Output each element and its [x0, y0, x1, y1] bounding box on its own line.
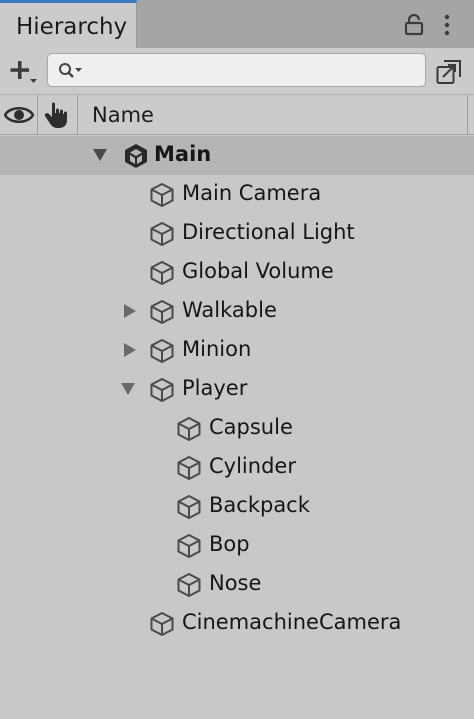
gameobject-cube-icon [150, 378, 174, 402]
hierarchy-window: Hierarchy Name Main Main Camera Directio… [0, 0, 474, 719]
tree-item[interactable]: Directional Light [0, 214, 474, 253]
tree-item-label: Cylinder [209, 454, 296, 478]
tree-item-label: Minion [182, 337, 252, 361]
tab-hierarchy[interactable]: Hierarchy [0, 0, 137, 48]
plus-dropdown-icon [10, 61, 37, 83]
name-column-label: Name [92, 103, 154, 127]
gameobject-cube-icon [150, 300, 174, 324]
tree-item[interactable]: CinemachineCamera [0, 604, 474, 643]
collapsed-arrow-icon[interactable] [122, 303, 138, 319]
tree-item-label: Walkable [182, 298, 277, 322]
hand-pointer-icon [44, 102, 67, 128]
unity-scene-icon [125, 144, 147, 168]
tree-item[interactable]: Minion [0, 331, 474, 370]
tree-item[interactable]: Global Volume [0, 253, 474, 292]
lock-icon[interactable] [404, 13, 424, 40]
expand-arrow-icon[interactable] [120, 381, 136, 397]
gameobject-cube-icon [150, 339, 174, 363]
tree-item-label: Backpack [209, 493, 310, 517]
name-column[interactable]: Name [78, 95, 468, 135]
tree-item-label: Global Volume [182, 259, 334, 283]
tree-item-label: Main Camera [182, 181, 322, 205]
scene-overlay-icon [436, 60, 461, 84]
scene-label: Main [154, 142, 212, 166]
gameobject-cube-icon [150, 612, 174, 636]
gameobject-cube-icon [177, 495, 201, 519]
hierarchy-tree: Main Main Camera Directional Light Globa… [0, 136, 474, 719]
tree-item[interactable]: Main Camera [0, 175, 474, 214]
visibility-column[interactable] [0, 95, 38, 135]
search-dropdown-icon[interactable] [58, 62, 84, 84]
search-field[interactable] [47, 53, 426, 87]
tree-item-label: CinemachineCamera [182, 610, 402, 634]
tree-item[interactable]: Backpack [0, 487, 474, 526]
tab-title: Hierarchy [16, 14, 128, 40]
scene-row-main[interactable]: Main [0, 136, 474, 175]
scene-overlay-button[interactable] [436, 59, 462, 85]
gameobject-cube-icon [177, 417, 201, 441]
tab-bar: Hierarchy [0, 0, 474, 48]
tree-item-label: Capsule [209, 415, 293, 439]
tree-item-label: Player [182, 376, 248, 400]
tree-item-label: Nose [209, 571, 262, 595]
search-input[interactable] [88, 56, 418, 84]
tree-item[interactable]: Cylinder [0, 448, 474, 487]
add-object-button[interactable] [10, 59, 38, 85]
pickability-column[interactable] [38, 95, 78, 135]
gameobject-cube-icon [150, 183, 174, 207]
gameobject-cube-icon [150, 222, 174, 246]
eye-icon [4, 107, 34, 123]
hierarchy-toolbar [0, 48, 474, 95]
kebab-menu-icon[interactable] [442, 14, 452, 40]
gameobject-cube-icon [177, 456, 201, 480]
tree-item[interactable]: Bop [0, 526, 474, 565]
collapsed-arrow-icon[interactable] [122, 342, 138, 358]
tree-item-label: Directional Light [182, 220, 355, 244]
expand-arrow-icon[interactable] [92, 147, 108, 163]
tree-item[interactable]: Walkable [0, 292, 474, 331]
gameobject-cube-icon [177, 534, 201, 558]
tree-item-label: Bop [209, 532, 250, 556]
gameobject-cube-icon [150, 261, 174, 285]
tree-item[interactable]: Nose [0, 565, 474, 604]
tree-item[interactable]: Capsule [0, 409, 474, 448]
gameobject-cube-icon [177, 573, 201, 597]
column-header: Name [0, 95, 474, 135]
tree-item[interactable]: Player [0, 370, 474, 409]
